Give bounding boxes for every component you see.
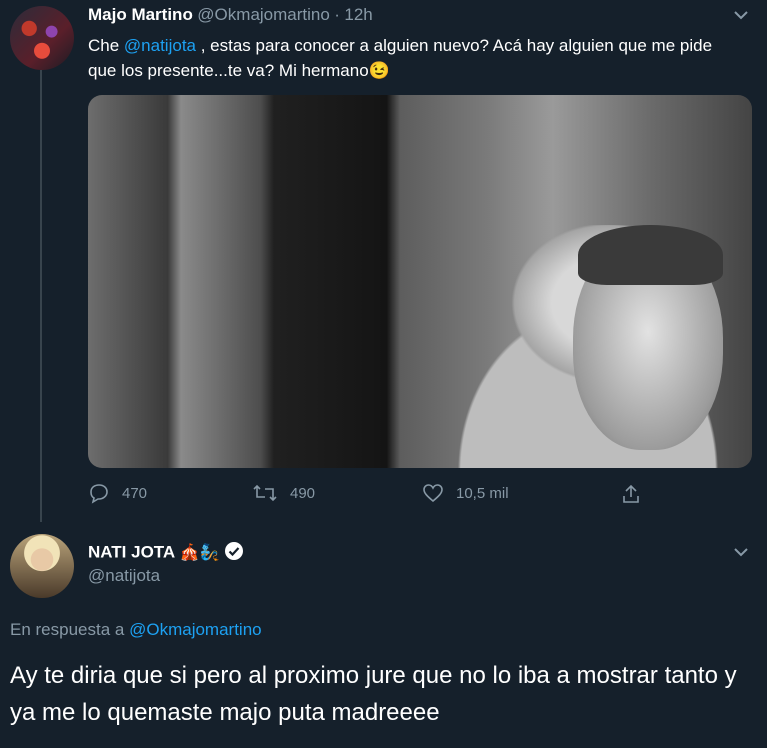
reply-icon[interactable] bbox=[88, 482, 110, 504]
share-icon[interactable] bbox=[620, 483, 642, 505]
retweet-icon[interactable] bbox=[252, 482, 278, 504]
author-emojis: 🎪🧞 bbox=[179, 544, 220, 562]
like-icon[interactable] bbox=[422, 482, 444, 504]
retweet-count: 490 bbox=[290, 484, 316, 502]
retweet-action[interactable]: 490 bbox=[252, 482, 315, 504]
separator: · bbox=[334, 5, 340, 24]
reply-count: 470 bbox=[122, 484, 148, 502]
author-handle[interactable]: @Okmajomartino bbox=[197, 5, 330, 24]
wink-emoji: 😉 bbox=[368, 61, 390, 80]
mention-link[interactable]: @natijota bbox=[124, 36, 196, 55]
reply-author-name[interactable]: NATI JOTA bbox=[88, 543, 175, 562]
verified-icon bbox=[224, 541, 244, 566]
author-name[interactable]: Majo Martino bbox=[88, 5, 193, 24]
chevron-down-icon[interactable] bbox=[733, 545, 749, 563]
in-reply-handle[interactable]: @Okmajomartino bbox=[129, 620, 262, 639]
chevron-down-icon[interactable] bbox=[733, 8, 749, 26]
timestamp[interactable]: 12h bbox=[344, 5, 372, 24]
in-reply-to: En respuesta a @Okmajomartino bbox=[10, 620, 262, 640]
avatar[interactable] bbox=[10, 6, 74, 70]
tweet-text: Che @natijota , estas para conocer a alg… bbox=[88, 33, 738, 83]
photo-person-hair bbox=[578, 225, 723, 285]
reply-text: Ay te diria que si pero al proximo jure … bbox=[10, 662, 737, 726]
reply-action[interactable]: 470 bbox=[88, 482, 147, 504]
reply-author-handle[interactable]: @natijota bbox=[88, 566, 160, 586]
tweet-text-start: Che bbox=[88, 36, 124, 55]
reply-header: NATI JOTA 🎪🧞 bbox=[88, 541, 244, 566]
thread-line bbox=[40, 70, 42, 522]
avatar[interactable] bbox=[10, 534, 74, 598]
tweet-header: Majo Martino @Okmajomartino · 12h bbox=[88, 5, 373, 25]
in-reply-prefix: En respuesta a bbox=[10, 620, 125, 639]
like-count: 10,5 mil bbox=[456, 484, 509, 502]
tweet-photo[interactable] bbox=[88, 95, 752, 468]
like-action[interactable]: 10,5 mil bbox=[422, 482, 509, 504]
